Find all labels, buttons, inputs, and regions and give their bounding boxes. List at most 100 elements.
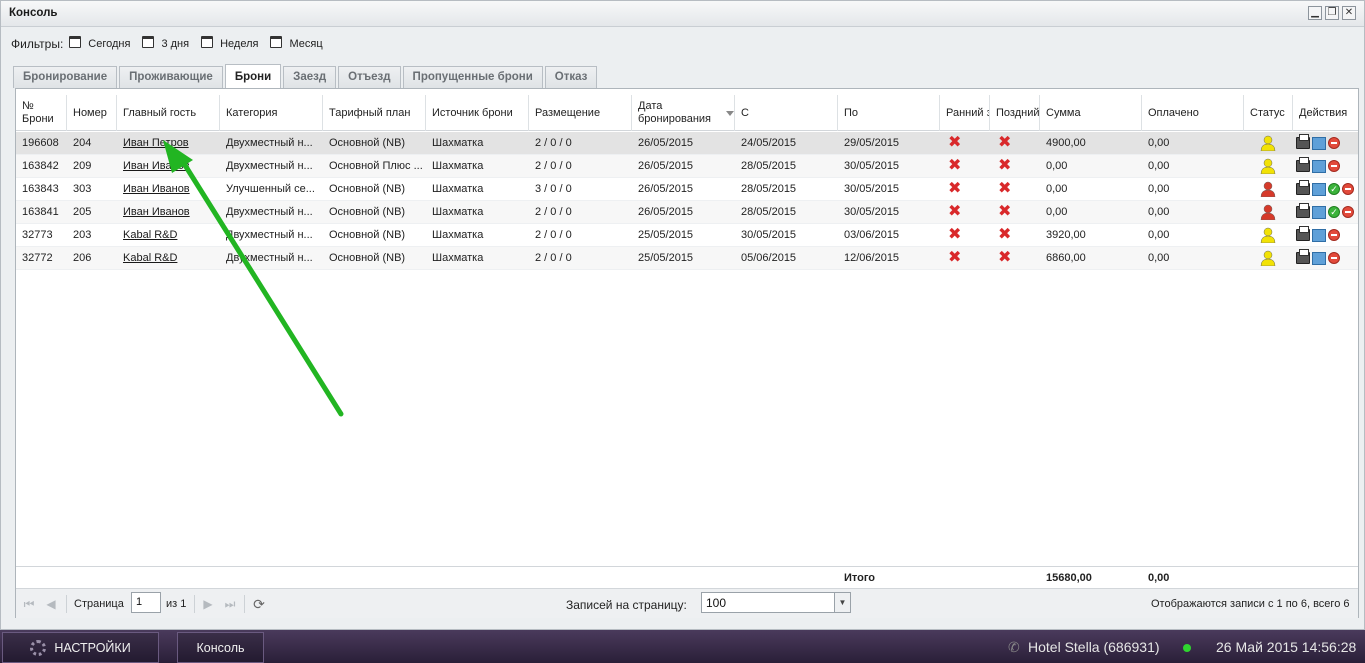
page-input[interactable]: 1 <box>131 592 161 613</box>
cell-from: 28/05/2015 <box>741 183 797 195</box>
first-page-icon[interactable]: ⏮ <box>22 597 36 611</box>
cell-late: ✖ <box>992 247 1011 269</box>
print-icon[interactable] <box>1296 226 1310 241</box>
guest-card-icon[interactable] <box>1312 136 1326 150</box>
filter-3-days[interactable]: 3 дня <box>142 36 189 50</box>
cell-room: 209 <box>73 160 92 172</box>
check-in-icon[interactable]: ✓ <box>1328 183 1340 195</box>
table-row[interactable]: 32773 203 Kabal R&D Двухместный н... Основно… <box>16 224 1358 247</box>
console-task-label: Консоль <box>196 640 245 655</box>
cancel-icon[interactable] <box>1328 229 1340 241</box>
cell-rate: Основной (NB) <box>329 206 406 218</box>
col-header-category[interactable]: Категория <box>220 95 323 131</box>
print-icon[interactable] <box>1296 134 1310 149</box>
paging-toolbar: ⏮ ◀ Страница 1 из 1 ▶ ⏭ ⟳ Записей на стр… <box>16 588 1358 618</box>
cell-num: 163842 <box>22 160 59 172</box>
cell-from: 05/06/2015 <box>741 252 797 264</box>
cancel-icon[interactable] <box>1328 160 1340 172</box>
cell-early: ✖ <box>942 155 961 177</box>
cancel-icon[interactable] <box>1342 206 1354 218</box>
check-in-icon[interactable]: ✓ <box>1328 206 1340 218</box>
col-header-actions[interactable]: Действия <box>1293 95 1353 131</box>
totals-sum: 15680,00 <box>1046 572 1092 584</box>
tab-residents[interactable]: Проживающие <box>119 66 223 88</box>
table-row[interactable]: 32772 206 Kabal R&D Двухместный н... Основно… <box>16 247 1358 270</box>
tab-bookings[interactable]: Бронирование <box>13 66 118 88</box>
restore-button[interactable]: ❐ <box>1325 6 1339 20</box>
cell-guest[interactable]: Kabal R&D <box>117 224 220 246</box>
cell-booked: 26/05/2015 <box>638 183 694 195</box>
guest-card-icon[interactable] <box>1312 228 1326 242</box>
col-header-from[interactable]: С <box>735 95 838 131</box>
filter-today[interactable]: Сегодня <box>69 36 130 50</box>
refresh-icon[interactable]: ⟳ <box>252 597 266 611</box>
cancel-icon[interactable] <box>1328 252 1340 264</box>
console-window: Консоль ▁ ❐ ✕ Фильтры: Сегодня 3 дня Нед… <box>0 0 1365 630</box>
col-header-source[interactable]: Источник брони <box>426 95 529 131</box>
phone-icon: ✆ <box>1008 639 1020 655</box>
print-icon[interactable] <box>1296 203 1310 218</box>
col-header-late[interactable]: Поздний <box>990 95 1040 131</box>
guest-card-icon[interactable] <box>1312 205 1326 219</box>
tab-refusal[interactable]: Отказ <box>544 66 598 88</box>
col-header-status[interactable]: Статус <box>1244 95 1293 131</box>
cell-guest[interactable]: Иван Иванов <box>117 201 220 223</box>
sort-desc-icon <box>726 110 734 116</box>
print-icon[interactable] <box>1296 157 1310 172</box>
console-task-button[interactable]: Консоль <box>177 632 264 663</box>
filter-week[interactable]: Неделя <box>201 36 258 50</box>
print-icon[interactable] <box>1296 180 1310 195</box>
col-header-paid[interactable]: Оплачено <box>1142 95 1244 131</box>
cross-icon: ✖ <box>948 249 962 266</box>
cell-sum: 0,00 <box>1046 160 1068 172</box>
last-page-icon[interactable]: ⏭ <box>223 597 237 611</box>
chevron-down-icon[interactable]: ▼ <box>834 593 850 612</box>
col-header-sum[interactable]: Сумма <box>1040 95 1142 131</box>
minimize-button[interactable]: ▁ <box>1308 6 1322 20</box>
close-button[interactable]: ✕ <box>1342 6 1356 20</box>
cell-room: 206 <box>73 252 92 264</box>
col-header-room[interactable]: Номер <box>67 95 117 131</box>
next-page-icon[interactable]: ▶ <box>201 597 215 611</box>
window-title: Консоль <box>9 7 58 19</box>
col-header-num[interactable]: № Брони <box>16 95 67 131</box>
guest-status-icon <box>1260 204 1276 221</box>
col-header-to[interactable]: По <box>838 95 940 131</box>
cancel-icon[interactable] <box>1328 137 1340 149</box>
settings-button[interactable]: НАСТРОЙКИ <box>2 632 159 663</box>
cancel-icon[interactable] <box>1342 183 1354 195</box>
cell-sum: 4900,00 <box>1046 137 1086 149</box>
cell-category: Двухместный н... <box>226 206 313 218</box>
cell-from: 28/05/2015 <box>741 206 797 218</box>
cell-guest[interactable]: Иван Иванов <box>117 155 220 177</box>
cell-to: 30/05/2015 <box>844 160 900 172</box>
col-header-guest[interactable]: Главный гость <box>117 95 220 131</box>
prev-page-icon[interactable]: ◀ <box>44 597 58 611</box>
per-page-select[interactable]: 100 ▼ <box>701 592 851 613</box>
tab-reservations[interactable]: Брони <box>224 64 282 88</box>
online-status-icon <box>1183 644 1191 652</box>
table-row[interactable]: 163842 209 Иван Иванов Двухместный н... Осно… <box>16 155 1358 178</box>
guest-card-icon[interactable] <box>1312 251 1326 265</box>
table-row[interactable]: 163843 303 Иван Иванов Улучшенный се... Осно… <box>16 178 1358 201</box>
cell-guest[interactable]: Иван Петров <box>117 132 220 154</box>
print-icon[interactable] <box>1296 249 1310 264</box>
cell-guest[interactable]: Иван Иванов <box>117 178 220 200</box>
guest-card-icon[interactable] <box>1312 159 1326 173</box>
table-row[interactable]: 196608 204 Иван Петров Двухместный н... Осно… <box>16 132 1358 155</box>
col-header-early[interactable]: Ранний з <box>940 95 990 131</box>
col-header-rate[interactable]: Тарифный план <box>323 95 426 131</box>
col-header-placement[interactable]: Размещение <box>529 95 632 131</box>
reservations-grid: № Брони Номер Главный гость Категория Та… <box>15 88 1359 618</box>
cell-status <box>1254 155 1276 177</box>
cell-guest[interactable]: Kabal R&D <box>117 247 220 269</box>
col-header-booked[interactable]: Дата бронирования <box>632 95 735 131</box>
guest-card-icon[interactable] <box>1312 182 1326 196</box>
cell-booked: 25/05/2015 <box>638 252 694 264</box>
tab-arrival[interactable]: Заезд <box>283 66 337 88</box>
tab-departure[interactable]: Отъезд <box>338 66 401 88</box>
tab-missed-reservations[interactable]: Пропущенные брони <box>402 66 543 88</box>
table-row[interactable]: 163841 205 Иван Иванов Двухместный н... Осно… <box>16 201 1358 224</box>
cell-early: ✖ <box>942 247 961 269</box>
filter-month[interactable]: Месяц <box>270 36 323 50</box>
